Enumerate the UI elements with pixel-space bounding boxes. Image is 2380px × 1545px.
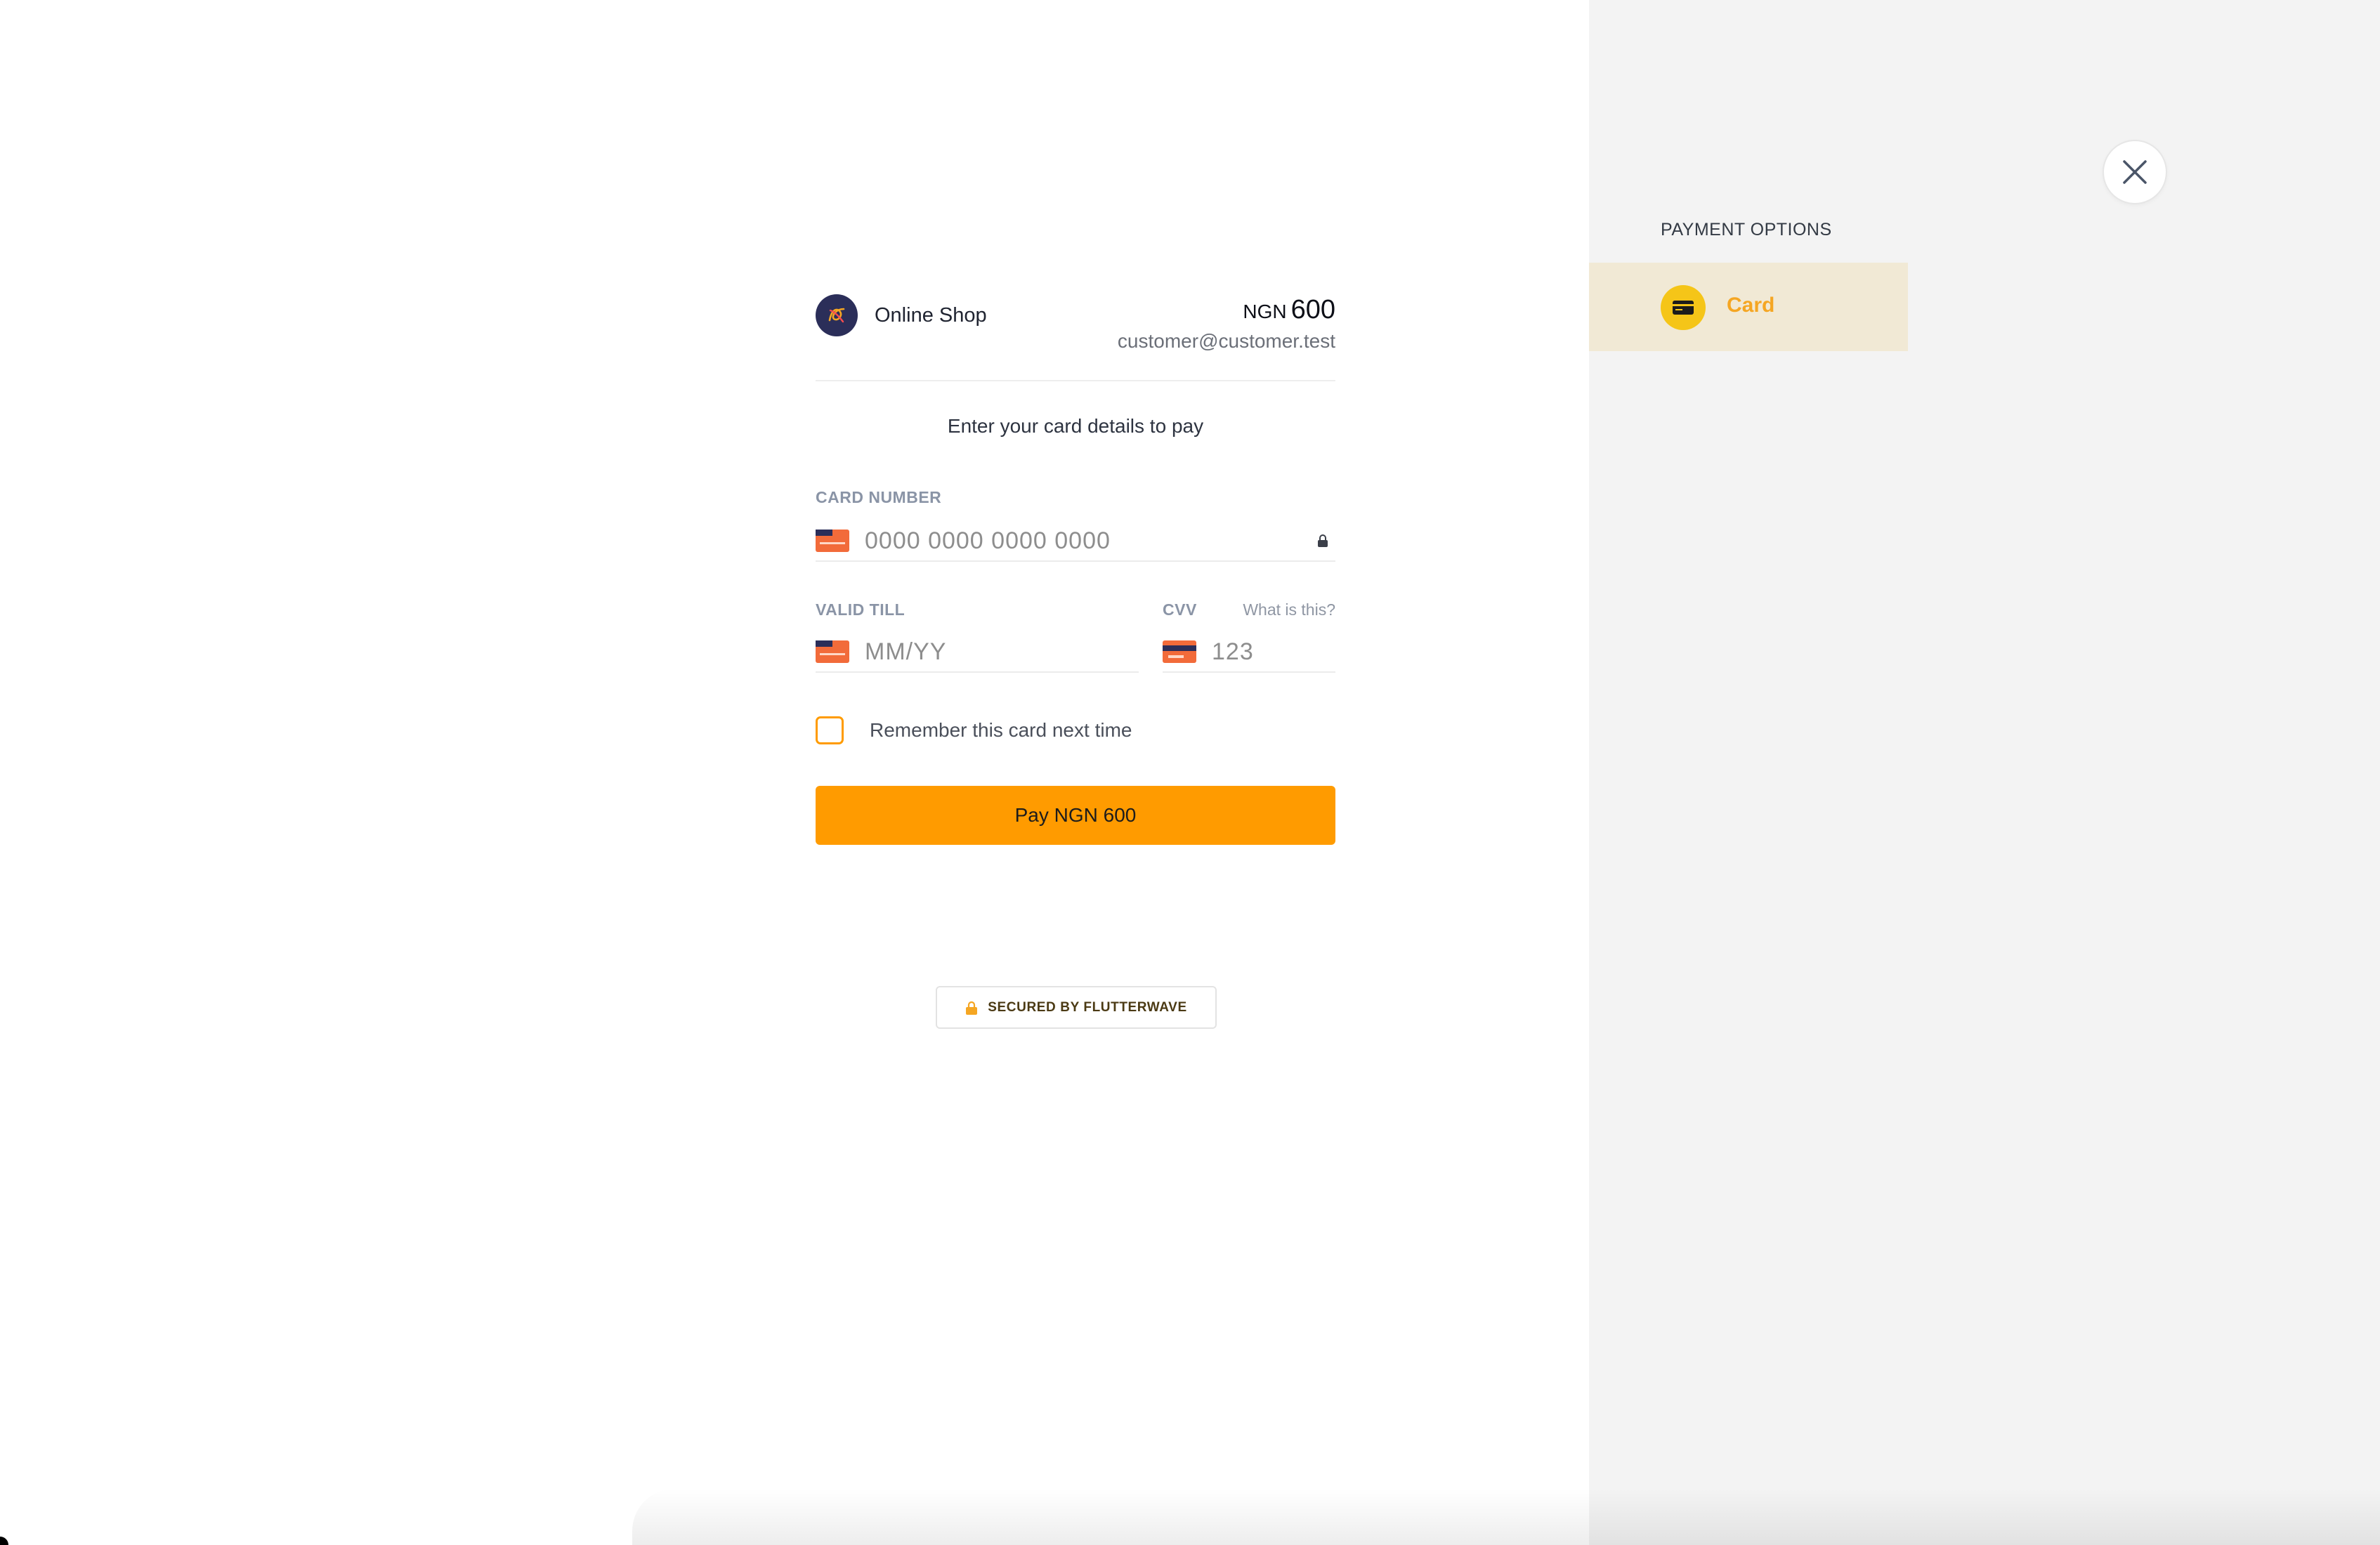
- credit-card-icon: [1661, 285, 1706, 330]
- amount-currency: NGN: [1243, 301, 1287, 322]
- merchant-logo: [816, 294, 858, 336]
- credit-card-icon: [816, 640, 849, 663]
- remember-card-label[interactable]: Remember this card next time: [870, 719, 1132, 742]
- payment-amount: NGN 600: [1243, 295, 1335, 325]
- close-button[interactable]: [2103, 140, 2167, 204]
- payment-option-label: Card: [1727, 294, 1775, 317]
- card-number-label: CARD NUMBER: [816, 488, 942, 506]
- cvv-field: [1163, 632, 1335, 673]
- expiry-date-input[interactable]: [865, 638, 1139, 666]
- lock-icon: [966, 1001, 978, 1015]
- header-divider: [816, 380, 1335, 381]
- cvv-help-link[interactable]: What is this?: [1243, 600, 1335, 619]
- checkout-page: PAYMENT OPTIONS Card Online Shop NGN 600 …: [0, 0, 2380, 1545]
- card-number-input[interactable]: [865, 527, 1317, 555]
- card-number-field: [816, 521, 1335, 562]
- customer-email: customer@customer.test: [1117, 330, 1335, 352]
- credit-card-icon: [816, 530, 849, 552]
- pay-button[interactable]: Pay NGN 600: [816, 786, 1335, 845]
- cvv-label: CVV: [1163, 600, 1197, 619]
- merchant-name: Online Shop: [875, 304, 987, 327]
- card-back-icon: [1163, 640, 1196, 663]
- window-corner: [0, 1537, 8, 1545]
- secured-by-text: SECURED BY FLUTTERWAVE: [988, 999, 1187, 1015]
- lock-icon: [1318, 534, 1328, 547]
- flutterwave-knot-logo-icon: [828, 308, 845, 323]
- remember-card-checkbox[interactable]: [816, 716, 844, 744]
- close-icon: [2123, 160, 2147, 184]
- valid-till-label: VALID TILL: [816, 600, 905, 619]
- amount-value: 600: [1290, 295, 1335, 324]
- payment-options-title: PAYMENT OPTIONS: [1661, 220, 1832, 239]
- instruction-text: Enter your card details to pay: [947, 415, 1204, 437]
- bottom-shadow: [632, 1489, 2380, 1545]
- payment-option-card[interactable]: Card: [1589, 263, 1908, 351]
- cvv-input[interactable]: [1212, 638, 1335, 666]
- valid-till-field: [816, 632, 1139, 673]
- secured-by-badge: SECURED BY FLUTTERWAVE: [936, 986, 1217, 1029]
